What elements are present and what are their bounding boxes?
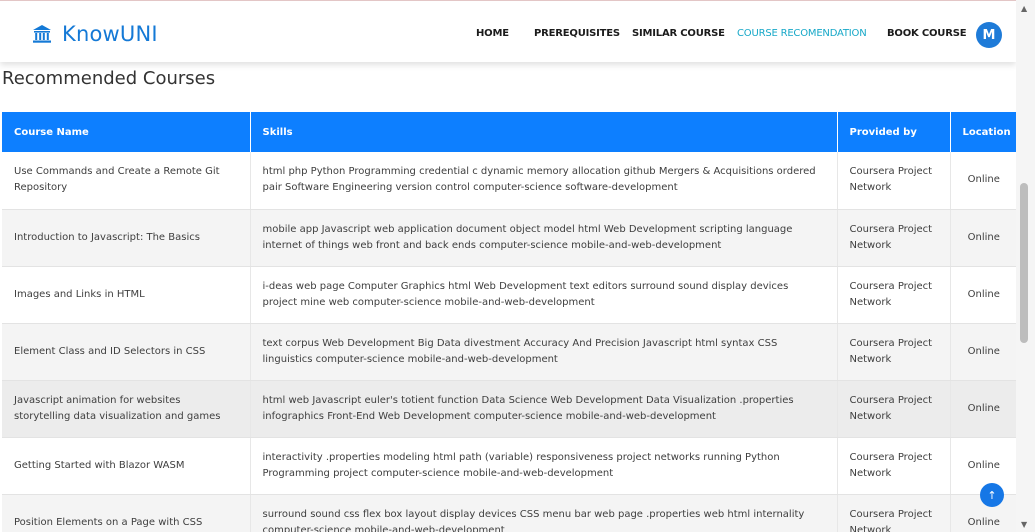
course-name-cell: Javascript animation for websites storyt… [2,380,251,438]
recommended-courses-table: Course Name Skills Provided by Location … [2,112,1017,532]
column-header-provided-by: Provided by [837,112,951,152]
skills-cell: i-deas web page Computer Graphics html W… [250,266,838,324]
back-to-top-button[interactable]: ↑ [980,483,1004,507]
column-header-course-name: Course Name [2,112,251,152]
navbar: KnowUNI HOME PREREQUISITES SIMILAR COURS… [0,0,1016,62]
nav-similar-course[interactable]: SIMILAR COURSE [632,28,725,39]
main-nav: HOME PREREQUISITES SIMILAR COURSE COURSE… [0,28,1016,42]
skills-cell: text corpus Web Development Big Data div… [250,323,838,381]
location-cell: Online [950,266,1017,324]
provider-cell: Coursera Project Network [837,437,951,495]
provider-cell: Coursera Project Network [837,152,951,210]
provider-cell: Coursera Project Network [837,209,951,267]
arrow-down-icon[interactable]: ▼ [1021,520,1027,529]
course-name-cell: Images and Links in HTML [2,266,251,324]
avatar[interactable]: M [976,22,1002,48]
skills-cell: html php Python Programming credential c… [250,152,838,210]
scrollbar-thumb[interactable] [1020,183,1028,343]
course-name-cell: Use Commands and Create a Remote Git Rep… [2,152,251,210]
table-row: Position Elements on a Page with CSS sur… [2,494,1017,532]
table-row: Element Class and ID Selectors in CSS te… [2,323,1017,381]
column-header-skills: Skills [250,112,838,152]
arrow-up-icon: ↑ [987,488,997,502]
arrow-up-icon[interactable]: ▲ [1021,4,1027,13]
table-row: Introduction to Javascript: The Basics m… [2,209,1017,267]
skills-cell: surround sound css flex box layout displ… [250,494,838,532]
location-cell: Online [950,209,1017,267]
vertical-scrollbar[interactable]: ▲ ▼ [1016,0,1035,532]
nav-home[interactable]: HOME [476,28,509,39]
provider-cell: Coursera Project Network [837,380,951,438]
skills-cell: interactivity .properties modeling html … [250,437,838,495]
skills-cell: mobile app Javascript web application do… [250,209,838,267]
nav-prerequisites[interactable]: PREREQUISITES [534,28,620,39]
table-header-row: Course Name Skills Provided by Location [2,112,1017,152]
course-name-cell: Getting Started with Blazor WASM [2,437,251,495]
column-header-location: Location [950,112,1017,152]
skills-cell: html web Javascript euler's totient func… [250,380,838,438]
location-cell: Online [950,380,1017,438]
course-name-cell: Position Elements on a Page with CSS [2,494,251,532]
location-cell: Online [950,323,1017,381]
location-cell: Online [950,152,1017,210]
table-row: Images and Links in HTML i-deas web page… [2,266,1017,324]
course-name-cell: Element Class and ID Selectors in CSS [2,323,251,381]
table-row: Use Commands and Create a Remote Git Rep… [2,152,1017,210]
provider-cell: Coursera Project Network [837,266,951,324]
provider-cell: Coursera Project Network [837,323,951,381]
provider-cell: Coursera Project Network [837,494,951,532]
nav-course-recommendation[interactable]: COURSE RECOMENDATION [737,28,867,39]
nav-book-course[interactable]: BOOK COURSE [887,28,967,39]
page-title: Recommended Courses [2,68,216,89]
table-row: Javascript animation for websites storyt… [2,380,1017,438]
table-row: Getting Started with Blazor WASM interac… [2,437,1017,495]
course-name-cell: Introduction to Javascript: The Basics [2,209,251,267]
